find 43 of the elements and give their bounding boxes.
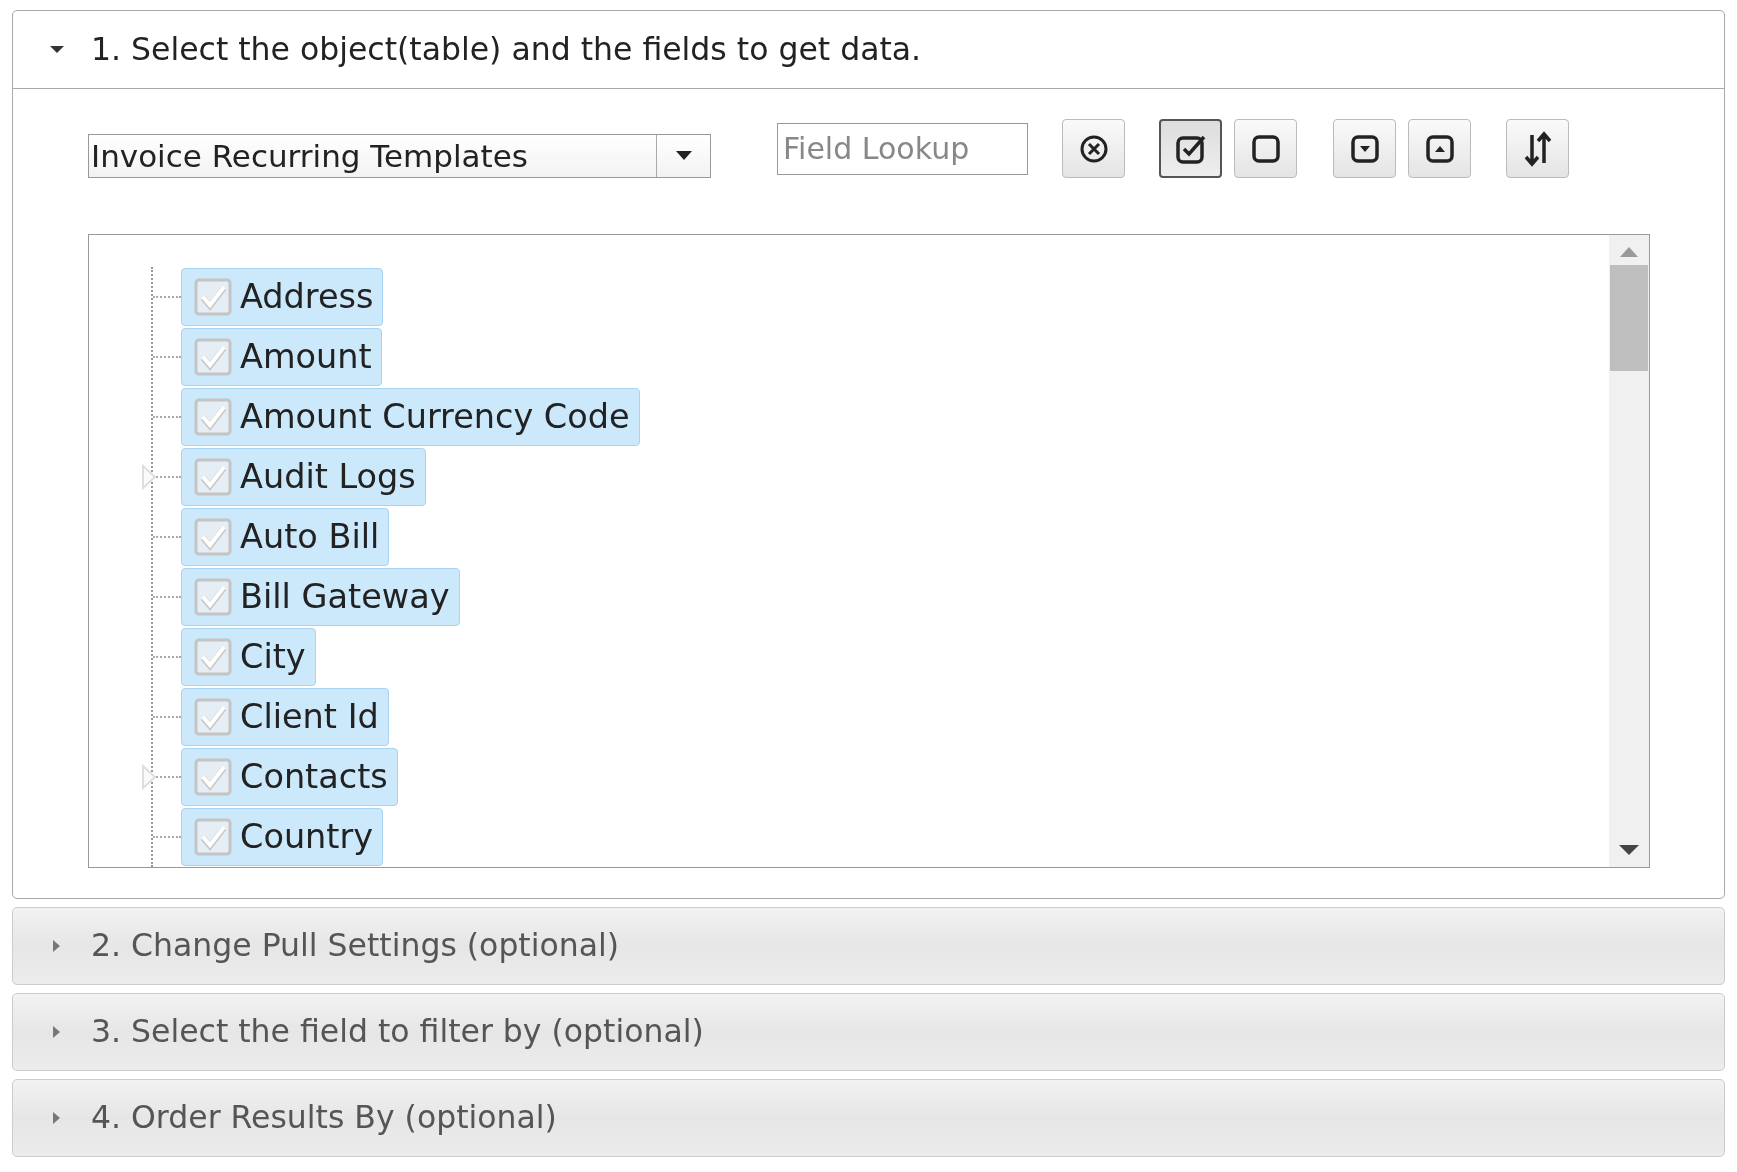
scroll-up-icon[interactable]: [1620, 247, 1638, 257]
field-lookup-input[interactable]: Field Lookup: [777, 122, 1028, 175]
tree-item[interactable]: City: [181, 628, 316, 686]
tree-item[interactable]: Bill Gateway: [181, 568, 460, 626]
tree-item[interactable]: Amount: [181, 328, 382, 386]
checkbox-checked-icon[interactable]: [194, 698, 232, 736]
accordion-header[interactable]: 2. Change Pull Settings (optional): [12, 907, 1725, 985]
checkbox-checked-icon[interactable]: [194, 578, 232, 616]
tree-item[interactable]: Address: [181, 268, 384, 326]
checkbox-checked-icon[interactable]: [194, 278, 232, 316]
clear-icon: [1078, 133, 1109, 164]
checkbox-checked-icon[interactable]: [194, 458, 232, 496]
checkbox-checked-icon[interactable]: [194, 818, 232, 856]
tree-item[interactable]: Client Id: [181, 688, 389, 746]
checkbox-checked-icon[interactable]: [194, 338, 232, 376]
tree-item[interactable]: Auto Bill: [181, 508, 390, 566]
uncheck-all-button[interactable]: [1234, 119, 1297, 178]
checkbox-checked-icon[interactable]: [194, 398, 232, 436]
sort-arrows-icon: [1522, 130, 1553, 167]
collapse-all-button[interactable]: [1408, 119, 1471, 178]
tree-item[interactable]: Contacts: [181, 748, 398, 806]
accordion-header[interactable]: 4. Order Results By (optional): [12, 1079, 1725, 1157]
checkbox-checked-icon[interactable]: [194, 518, 232, 556]
object-dropdown[interactable]: Invoice Recurring Templates: [88, 133, 711, 178]
clear-button[interactable]: [1062, 119, 1125, 178]
caret-down-icon: [675, 150, 692, 161]
scrollbar-thumb[interactable]: [1610, 265, 1648, 371]
checkbox-checked-icon[interactable]: [194, 758, 232, 796]
accordion-header[interactable]: 3. Select the field to filter by (optional): [12, 993, 1725, 1071]
caret-up-box-icon: [1424, 133, 1455, 164]
tree-item[interactable]: Amount Currency Code: [181, 388, 640, 446]
tree-item[interactable]: Audit Logs: [181, 448, 426, 506]
expand-arrow-icon[interactable]: [141, 764, 157, 790]
expand-arrow-icon[interactable]: [141, 464, 157, 490]
accordion-header[interactable]: 1. Select the object(table) and the fields to get data.: [13, 11, 1724, 89]
sort-button[interactable]: [1506, 119, 1569, 178]
tree-item[interactable]: Country: [181, 808, 384, 866]
check-all-button[interactable]: [1159, 119, 1222, 178]
caret-down-box-icon: [1349, 133, 1380, 164]
checkbox-empty-icon: [1250, 133, 1281, 164]
scroll-down-icon[interactable]: [1619, 845, 1639, 855]
expand-all-button[interactable]: [1333, 119, 1396, 178]
checkbox-checked-icon[interactable]: [194, 638, 232, 676]
